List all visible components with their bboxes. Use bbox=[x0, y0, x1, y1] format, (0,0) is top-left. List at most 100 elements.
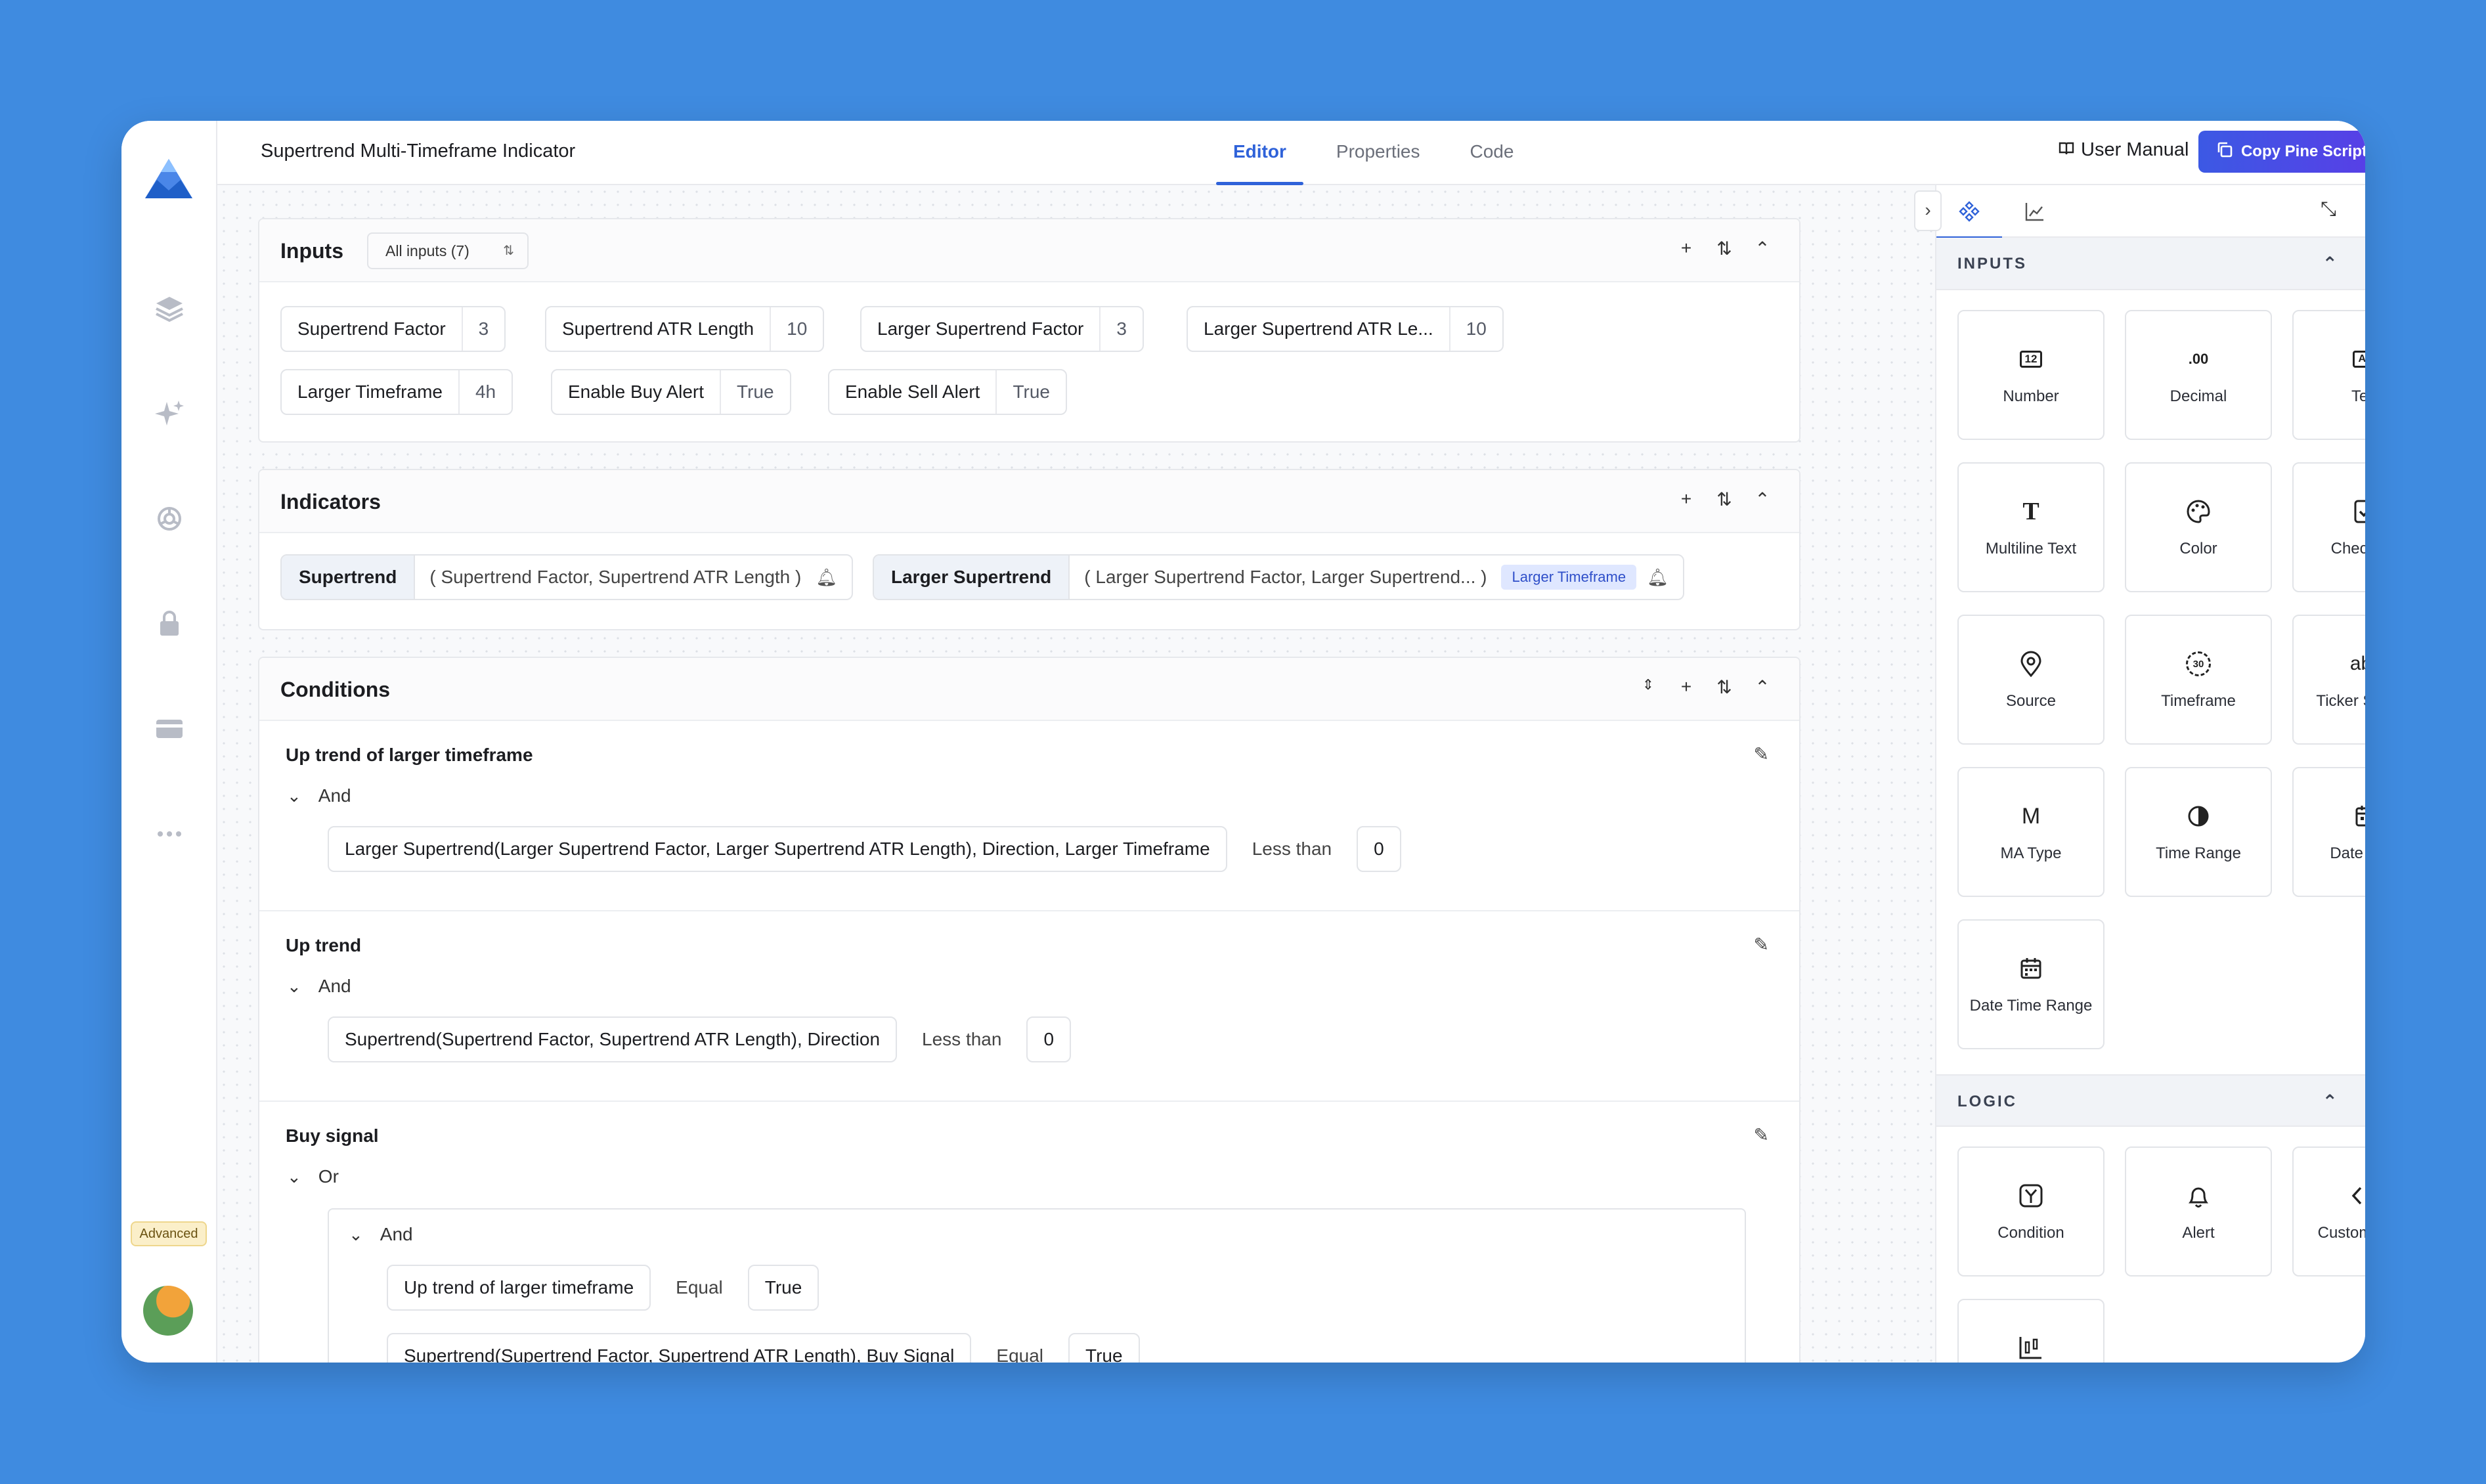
tile-plot[interactable] bbox=[1957, 1299, 2104, 1363]
chevron-down-icon[interactable]: ⌄ bbox=[349, 1225, 363, 1245]
indicator-params: ( Larger Supertrend Factor, Larger Super… bbox=[1084, 567, 1487, 587]
tab-editor[interactable]: Editor bbox=[1216, 121, 1303, 185]
logic-section-header[interactable]: LOGIC ⌃ bbox=[1936, 1074, 2365, 1127]
input-chip[interactable]: Larger Supertrend ATR Le... 10 bbox=[1187, 306, 1504, 352]
inputs-section-header[interactable]: INPUTS ⌃ bbox=[1936, 238, 2365, 290]
indicator-chip[interactable]: Supertrend ( Supertrend Factor, Supertre… bbox=[280, 554, 854, 600]
code-icon bbox=[2350, 1180, 2365, 1211]
tile-ticker-symbol[interactable]: abc Ticker Symbol bbox=[2292, 615, 2365, 745]
comparator[interactable]: Equal bbox=[986, 1345, 1054, 1363]
copy-pine-script-button[interactable]: Copy Pine Script bbox=[2198, 131, 2365, 173]
collapse-icon[interactable]: ⌃ bbox=[1752, 489, 1773, 510]
tile-multiline-text[interactable]: T Multiline Text bbox=[1957, 462, 2104, 592]
bell-icon[interactable]: 🔔︎ bbox=[816, 567, 837, 588]
input-chip[interactable]: Supertrend ATR Length 10 bbox=[545, 306, 825, 352]
comparator[interactable]: Less than bbox=[1242, 839, 1342, 860]
logic-operator[interactable]: ⌄ And bbox=[287, 976, 351, 997]
chevron-up-icon[interactable]: ⌃ bbox=[2322, 238, 2338, 290]
add-icon[interactable]: + bbox=[1676, 238, 1697, 259]
chevron-down-icon[interactable]: ⌄ bbox=[287, 976, 301, 997]
lhs-operand[interactable]: Supertrend(Supertrend Factor, Supertrend… bbox=[387, 1333, 972, 1363]
tile-decimal[interactable]: .00 Decimal bbox=[2125, 310, 2272, 440]
sort-icon[interactable]: ⇅ bbox=[1714, 489, 1735, 510]
bell-icon[interactable]: 🔔︎ bbox=[1647, 567, 1668, 588]
sort-icon[interactable]: ⇅ bbox=[1714, 676, 1735, 698]
chevron-up-icon[interactable]: ⌃ bbox=[2322, 1076, 2338, 1128]
checkbox-icon bbox=[2350, 496, 2365, 527]
lhs-operand[interactable]: Larger Supertrend(Larger Supertrend Fact… bbox=[328, 826, 1227, 872]
collapse-arrows-icon[interactable]: ⤡ bbox=[2321, 198, 2336, 221]
nested-condition-group: ⌄ And Up trend of larger timeframe Equal… bbox=[328, 1208, 1746, 1363]
more-icon[interactable] bbox=[154, 818, 185, 850]
bell-icon bbox=[2183, 1180, 2214, 1211]
collapse-panel-button[interactable]: › bbox=[1914, 190, 1942, 231]
layers-icon[interactable] bbox=[154, 293, 185, 324]
sort-icon[interactable]: ⇅ bbox=[1714, 238, 1735, 259]
logic-operator[interactable]: ⌄ Or bbox=[287, 1166, 339, 1187]
tile-condition[interactable]: Condition bbox=[1957, 1146, 2104, 1277]
inputs-filter-select[interactable]: All inputs (7) ⇅ bbox=[367, 232, 529, 269]
chevron-down-icon[interactable]: ⌄ bbox=[287, 786, 301, 806]
tile-source[interactable]: Source bbox=[1957, 615, 2104, 745]
add-icon[interactable]: + bbox=[1676, 489, 1697, 510]
pencil-icon[interactable]: ✎ bbox=[1754, 934, 1769, 955]
pencil-icon[interactable]: ✎ bbox=[1754, 1124, 1769, 1146]
rhs-operand[interactable]: True bbox=[1068, 1333, 1140, 1363]
rhs-operand[interactable]: 0 bbox=[1357, 826, 1401, 872]
input-chip[interactable]: Enable Sell Alert True bbox=[828, 369, 1068, 415]
card-icon[interactable] bbox=[154, 713, 185, 745]
tile-label: Date Time Range bbox=[1969, 997, 2093, 1015]
add-icon[interactable]: + bbox=[1676, 676, 1697, 698]
book-icon bbox=[2059, 139, 2074, 161]
input-chip[interactable]: Supertrend Factor 3 bbox=[280, 306, 506, 352]
openai-icon[interactable] bbox=[154, 503, 185, 535]
app-logo-icon[interactable] bbox=[144, 158, 194, 200]
operator-label: Or bbox=[318, 1166, 339, 1187]
input-chip[interactable]: Larger Supertrend Factor 3 bbox=[860, 306, 1144, 352]
comparator[interactable]: Equal bbox=[665, 1277, 733, 1298]
tile-ma-type[interactable]: M MA Type bbox=[1957, 767, 2104, 897]
tile-time-range[interactable]: Time Range bbox=[2125, 767, 2272, 897]
avatar[interactable] bbox=[143, 1286, 193, 1336]
lhs-operand[interactable]: Up trend of larger timeframe bbox=[387, 1265, 651, 1311]
chevron-down-icon[interactable]: ⌄ bbox=[287, 1167, 301, 1187]
condition-block: Up trend ✎ ⌄ And Supertrend(Supertrend F… bbox=[259, 911, 1799, 1102]
tile-date-time-range[interactable]: Date Time Range bbox=[1957, 919, 2104, 1049]
tile-number[interactable]: 12 Number bbox=[1957, 310, 2104, 440]
rhs-operand[interactable]: True bbox=[747, 1265, 819, 1311]
rhs-operand[interactable]: 0 bbox=[1026, 1016, 1072, 1062]
condition-expression: Up trend of larger timeframe Equal True bbox=[387, 1265, 819, 1311]
tile-color[interactable]: Color bbox=[2125, 462, 2272, 592]
tile-label: Alert bbox=[2182, 1224, 2215, 1242]
collapse-icon[interactable]: ⌃ bbox=[1752, 238, 1773, 259]
copy-pine-script-label: Copy Pine Script bbox=[2240, 142, 2365, 160]
logic-operator[interactable]: ⌄ And bbox=[287, 785, 351, 806]
lhs-operand[interactable]: Supertrend(Supertrend Factor, Supertrend… bbox=[328, 1016, 898, 1062]
tile-date-time[interactable]: Date Time bbox=[2292, 767, 2365, 897]
indicator-chip[interactable]: Larger Supertrend ( Larger Supertrend Fa… bbox=[873, 554, 1685, 600]
palette-icon bbox=[2183, 496, 2214, 527]
tile-alert[interactable]: Alert bbox=[2125, 1146, 2272, 1277]
tile-timeframe[interactable]: 30 Timeframe bbox=[2125, 615, 2272, 745]
user-manual-link[interactable]: User Manual bbox=[2059, 139, 2189, 161]
pencil-icon[interactable]: ✎ bbox=[1754, 743, 1769, 765]
tile-custom-code[interactable]: Custom Code bbox=[2292, 1146, 2365, 1277]
comparator[interactable]: Less than bbox=[911, 1029, 1012, 1050]
expand-all-icon[interactable]: ⇕ bbox=[1638, 676, 1659, 698]
tile-text[interactable]: AB Text bbox=[2292, 310, 2365, 440]
tab-components[interactable] bbox=[1936, 185, 2002, 239]
indicator-name: Larger Supertrend bbox=[874, 556, 1070, 599]
collapse-icon[interactable]: ⌃ bbox=[1752, 676, 1773, 698]
lock-icon[interactable] bbox=[154, 608, 185, 640]
input-chip[interactable]: Larger Timeframe 4h bbox=[280, 369, 513, 415]
tab-chart[interactable] bbox=[2002, 185, 2068, 238]
sparkle-icon[interactable] bbox=[154, 398, 185, 429]
tab-properties[interactable]: Properties bbox=[1319, 121, 1437, 185]
tile-checkbox[interactable]: Checkbox bbox=[2292, 462, 2365, 592]
logic-operator[interactable]: ⌄ And bbox=[349, 1224, 413, 1245]
input-chip[interactable]: Enable Buy Alert True bbox=[551, 369, 791, 415]
tile-label: Timeframe bbox=[2161, 692, 2236, 710]
tab-code[interactable]: Code bbox=[1453, 121, 1531, 185]
tile-label: Condition bbox=[1997, 1224, 2064, 1242]
editor-canvas: Inputs All inputs (7) ⇅ + ⇅ ⌃ Supertrend… bbox=[217, 185, 1935, 1363]
